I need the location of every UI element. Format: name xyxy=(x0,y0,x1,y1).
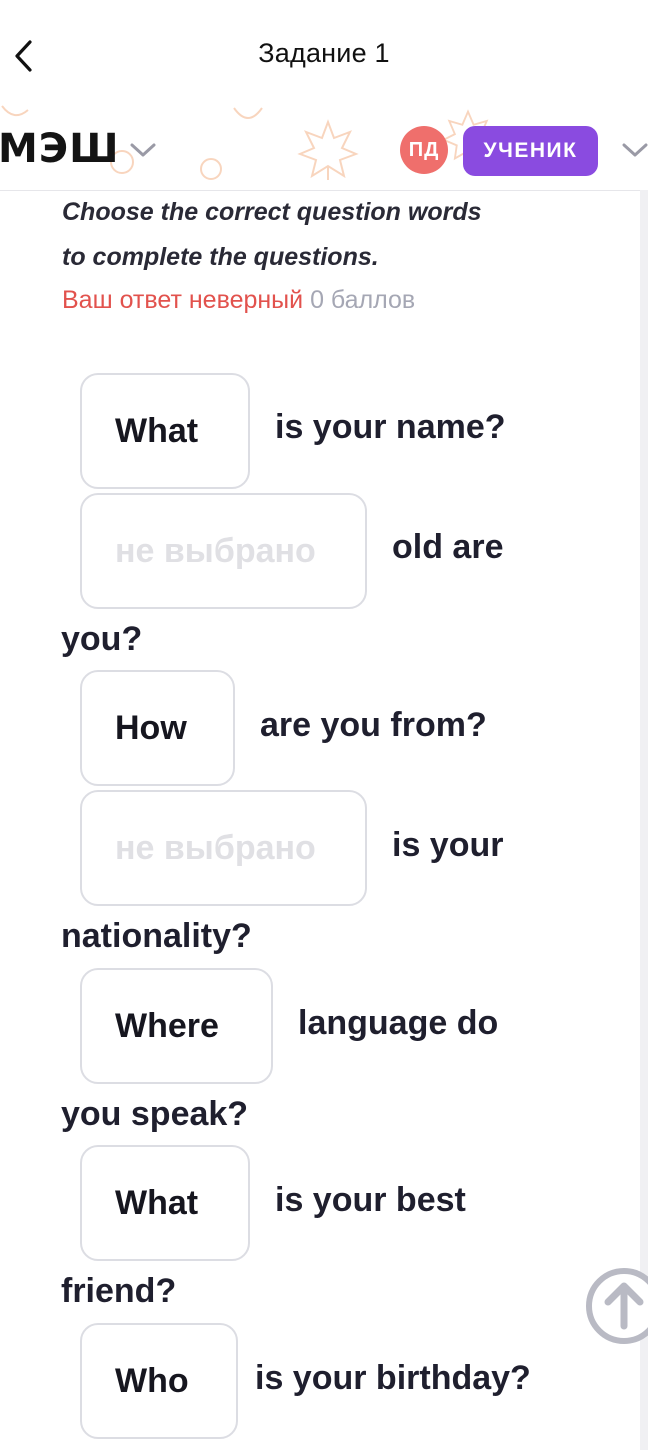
question-text: are you from? xyxy=(260,706,487,744)
answer-dropdown[interactable]: не выбрано xyxy=(80,790,367,906)
answer-dropdown[interactable]: What xyxy=(80,373,250,489)
arrow-up-circle-icon xyxy=(586,1268,648,1344)
logo-chevron-down-icon[interactable] xyxy=(128,140,158,165)
task-instruction: Choose the correct question words to com… xyxy=(62,190,582,280)
page-title: Задание 1 xyxy=(258,38,390,68)
question-text: is your best xyxy=(275,1181,466,1219)
scrollbar-track[interactable] xyxy=(640,190,648,1450)
result-line: Ваш ответ неверный 0 баллов xyxy=(62,284,415,316)
instruction-line: to complete the questions. xyxy=(62,243,379,271)
question-text: is your xyxy=(392,826,504,864)
question-text-continuation: you speak? xyxy=(61,1095,249,1133)
result-score: 0 баллов xyxy=(310,286,416,314)
question-text: old are xyxy=(392,528,504,566)
role-badge[interactable]: УЧЕНИК xyxy=(463,126,598,176)
app-logo[interactable]: МЭШ xyxy=(0,126,120,172)
user-avatar[interactable]: ПД xyxy=(400,126,448,174)
question-text: is your birthday? xyxy=(255,1359,531,1397)
question-text: language do xyxy=(298,1004,499,1042)
question-text-continuation: friend? xyxy=(61,1272,177,1310)
answer-dropdown[interactable]: Who xyxy=(80,1323,238,1439)
circle-decoration-icon xyxy=(200,158,222,180)
task-content: Choose the correct question words to com… xyxy=(0,190,640,1450)
role-chevron-down-icon[interactable] xyxy=(620,140,648,165)
swirl-decoration-icon xyxy=(233,107,263,119)
instruction-line: Choose the correct question words xyxy=(62,198,482,226)
question-text-continuation: you? xyxy=(61,620,143,658)
answer-dropdown[interactable]: Where xyxy=(80,968,273,1084)
swirl-decoration-icon xyxy=(1,105,29,117)
question-text: is your name? xyxy=(275,408,506,446)
top-bar: Задание 1 xyxy=(0,0,648,110)
scroll-to-top-button[interactable] xyxy=(584,1266,648,1346)
result-status: Ваш ответ неверный xyxy=(62,286,304,314)
app-header: МЭШ ПД УЧЕНИК xyxy=(0,104,648,191)
answer-dropdown[interactable]: What xyxy=(80,1145,250,1261)
question-text-continuation: nationality? xyxy=(61,917,252,955)
answer-dropdown[interactable]: How xyxy=(80,670,235,786)
answer-dropdown[interactable]: не выбрано xyxy=(80,493,367,609)
leaf-decoration-icon xyxy=(297,119,359,180)
